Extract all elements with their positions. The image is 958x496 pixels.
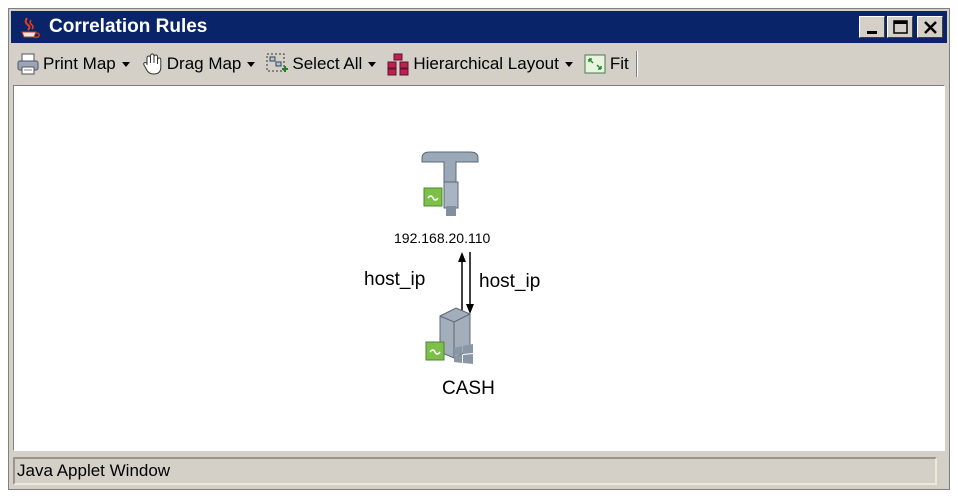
toolbar-separator <box>635 51 638 77</box>
hierarchical-layout-button[interactable]: Hierarchical Layout <box>383 50 562 78</box>
maximize-button[interactable] <box>887 16 913 38</box>
fit-button[interactable]: Fit <box>580 50 632 78</box>
server-icon[interactable] <box>424 304 480 368</box>
print-map-dropdown[interactable] <box>119 52 133 76</box>
network-tap-icon[interactable] <box>418 148 482 218</box>
node-label-ip: 192.168.20.110 <box>394 230 491 246</box>
minimize-button[interactable] <box>859 16 885 38</box>
select-all-dropdown[interactable] <box>365 52 379 76</box>
maximize-icon <box>893 20 908 34</box>
title-bar[interactable]: Correlation Rules <box>11 11 947 43</box>
printer-icon <box>17 53 39 75</box>
window-title: Correlation Rules <box>49 16 208 37</box>
select-all-label: Select All <box>292 54 363 73</box>
hierarchical-layout-dropdown[interactable] <box>562 52 576 76</box>
edge-label-left: host_ip <box>364 269 426 290</box>
print-map-button[interactable]: Print Map <box>13 50 119 78</box>
map-canvas[interactable]: 192.168.20.110 host_ip host_ip CASH <box>13 85 945 451</box>
close-button[interactable] <box>917 16 943 38</box>
applet-window: Correlation Rules Print Map Drag Map Sel… <box>8 8 950 490</box>
select-all-icon <box>266 53 289 72</box>
edge-label-right: host_ip <box>479 271 541 292</box>
hierarchy-icon <box>387 53 409 76</box>
java-cup-icon <box>21 17 40 39</box>
select-all-button[interactable]: Select All <box>262 50 365 78</box>
dropdown-arrow-icon <box>247 62 256 67</box>
hand-icon <box>142 53 162 75</box>
fit-to-window-icon <box>584 54 606 74</box>
node-label-cash: CASH <box>442 378 495 399</box>
fit-label: Fit <box>609 54 629 73</box>
hierarchical-layout-label: Hierarchical Layout <box>413 54 559 73</box>
drag-map-dropdown[interactable] <box>244 52 258 76</box>
dropdown-arrow-icon <box>121 62 130 67</box>
status-bar: Java Applet Window <box>13 457 937 485</box>
drag-map-button[interactable]: Drag Map <box>137 50 245 78</box>
print-map-label: Print Map <box>43 54 116 73</box>
dropdown-arrow-icon <box>564 62 573 67</box>
drag-map-label: Drag Map <box>166 54 242 73</box>
minimize-icon <box>867 31 877 34</box>
map-toolbar: Print Map Drag Map Select All Hierarchic… <box>13 47 945 81</box>
close-icon <box>924 21 937 34</box>
dropdown-arrow-icon <box>368 62 377 67</box>
